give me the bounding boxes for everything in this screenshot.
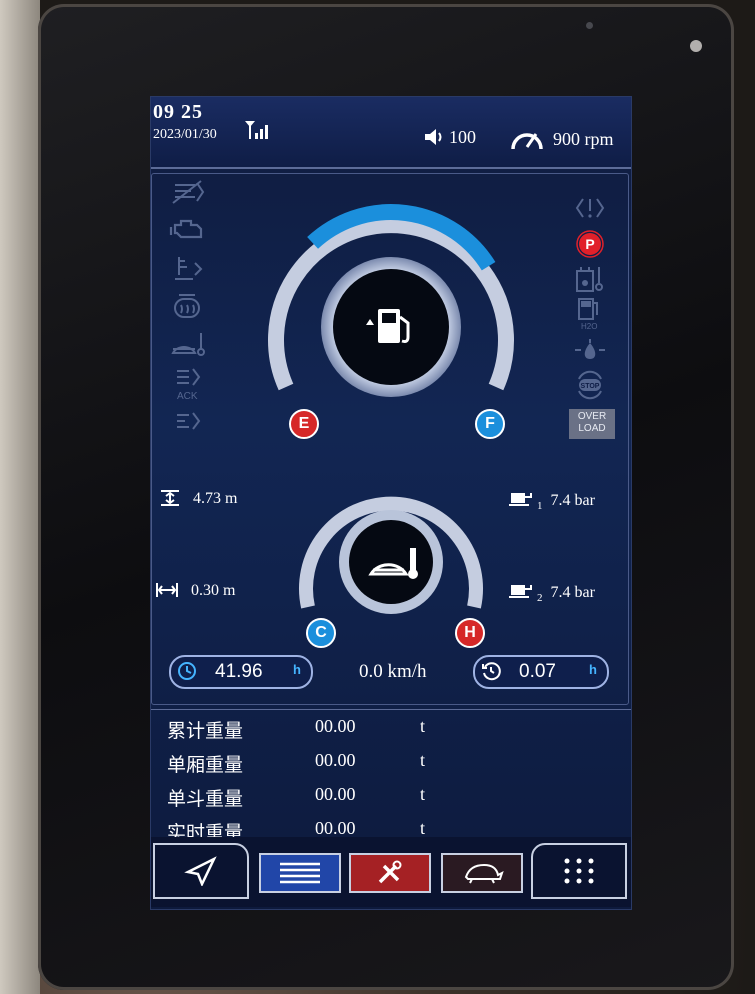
weight-row: 单斗重量 00.00 t	[167, 784, 607, 814]
clock-time: 09 25	[153, 101, 203, 123]
oil-pressure-icon	[571, 335, 609, 365]
instrument-screen: 09 25 2023/01/30 100 900 rpm ACK P H2O S…	[150, 96, 632, 910]
trip-hours-value: 0.07	[519, 661, 556, 682]
background-wall	[0, 0, 40, 994]
weight-unit: t	[420, 818, 426, 838]
nav-button-menu[interactable]	[259, 853, 341, 893]
pressure-1-index: 1	[537, 500, 543, 513]
ack-icon: ACK	[169, 365, 207, 403]
system-warning-icon	[571, 193, 609, 223]
turtle-mode-icon	[464, 863, 504, 884]
height-value: 4.73 m	[193, 490, 238, 507]
engine-check-icon	[169, 215, 207, 245]
sensor-dot	[586, 22, 593, 29]
preheat-icon	[169, 291, 207, 321]
pump-icon	[509, 585, 532, 598]
width-readout: 0.30 m	[155, 581, 235, 600]
nav-button-grid[interactable]	[531, 843, 627, 899]
overload-icon: OVER LOAD	[569, 409, 615, 439]
rpm-value: 900 rpm	[553, 129, 614, 149]
signal-icon	[245, 121, 268, 139]
total-hours-unit: h	[293, 662, 301, 677]
ack-label: ACK	[177, 391, 198, 402]
stop-label: STOP	[581, 383, 600, 390]
weight-row: 单厢重量 00.00 t	[167, 750, 607, 780]
width-icon	[156, 583, 178, 597]
pressure-1-readout: 1 7.4 bar	[507, 489, 595, 512]
nav-button-tools[interactable]	[349, 853, 431, 893]
total-hours-value: 41.96	[215, 661, 263, 682]
volume-indicator[interactable]: 100	[423, 127, 476, 148]
weight-unit: t	[420, 784, 426, 804]
oil-level-icon	[169, 253, 207, 283]
bottom-nav	[151, 837, 631, 907]
clock-date: 2023/01/30	[153, 127, 217, 142]
weight-table: 累计重量 00.00 t 单厢重量 00.00 t 单斗重量 00.00 t 实…	[151, 709, 631, 845]
fuel-full-badge: F	[475, 409, 505, 439]
pressure-2-readout: 2 7.4 bar	[507, 581, 595, 604]
rpm-indicator: 900 rpm	[509, 127, 614, 151]
travel-speed: 0.0 km/h	[359, 661, 427, 682]
nav-button-navigate[interactable]	[153, 843, 249, 899]
navigate-icon	[184, 856, 217, 886]
trip-hour-meter[interactable]: 0.07 h	[473, 655, 609, 689]
parking-brake-icon: P	[571, 229, 609, 259]
speaker-icon	[425, 129, 442, 145]
nav-button-turtle[interactable]	[441, 853, 523, 893]
clock-icon	[178, 662, 196, 680]
tachometer-icon	[511, 133, 543, 150]
temp-cold-badge: C	[306, 618, 336, 648]
reset-clock-icon	[482, 662, 501, 681]
pump-icon	[509, 493, 532, 506]
stop-icon: STOP	[571, 367, 609, 403]
grid-menu-icon	[564, 858, 594, 884]
coolant-temp-icon	[169, 329, 207, 359]
weight-value: 00.00	[315, 818, 356, 838]
weight-value: 00.00	[315, 716, 356, 736]
water-in-fuel-icon: H2O	[571, 295, 609, 331]
volume-value: 100	[449, 127, 476, 147]
hazard-icon	[169, 407, 207, 437]
fuel-empty-badge: E	[289, 409, 319, 439]
height-readout: 4.73 m	[159, 489, 237, 508]
pressure-2-value: 7.4 bar	[550, 584, 595, 601]
trip-hours-unit: h	[589, 662, 597, 677]
weight-label: 单斗重量	[167, 789, 244, 810]
temp-hot-badge: H	[455, 618, 485, 648]
brake-warning-icon	[169, 177, 207, 207]
pressure-2-index: 2	[537, 592, 543, 605]
weight-unit: t	[420, 716, 426, 736]
h2o-label: H2O	[581, 322, 597, 331]
status-bar: 09 25 2023/01/30 100 900 rpm	[151, 97, 631, 169]
total-hour-meter: 41.96 h	[169, 655, 313, 689]
weight-value: 00.00	[315, 784, 356, 804]
pressure-1-value: 7.4 bar	[550, 492, 595, 509]
weight-label: 单厢重量	[167, 755, 244, 776]
hydraulic-temp-icon	[571, 263, 609, 293]
tools-icon	[378, 860, 402, 884]
camera-dot	[690, 40, 702, 52]
weight-value: 00.00	[315, 750, 356, 770]
weight-label: 累计重量	[167, 721, 244, 742]
menu-lines-icon	[280, 862, 320, 884]
weight-row: 累计重量 00.00 t	[167, 716, 607, 746]
weight-unit: t	[420, 750, 426, 770]
svg-text:P: P	[585, 236, 594, 252]
height-icon	[161, 490, 179, 506]
width-value: 0.30 m	[191, 582, 236, 599]
